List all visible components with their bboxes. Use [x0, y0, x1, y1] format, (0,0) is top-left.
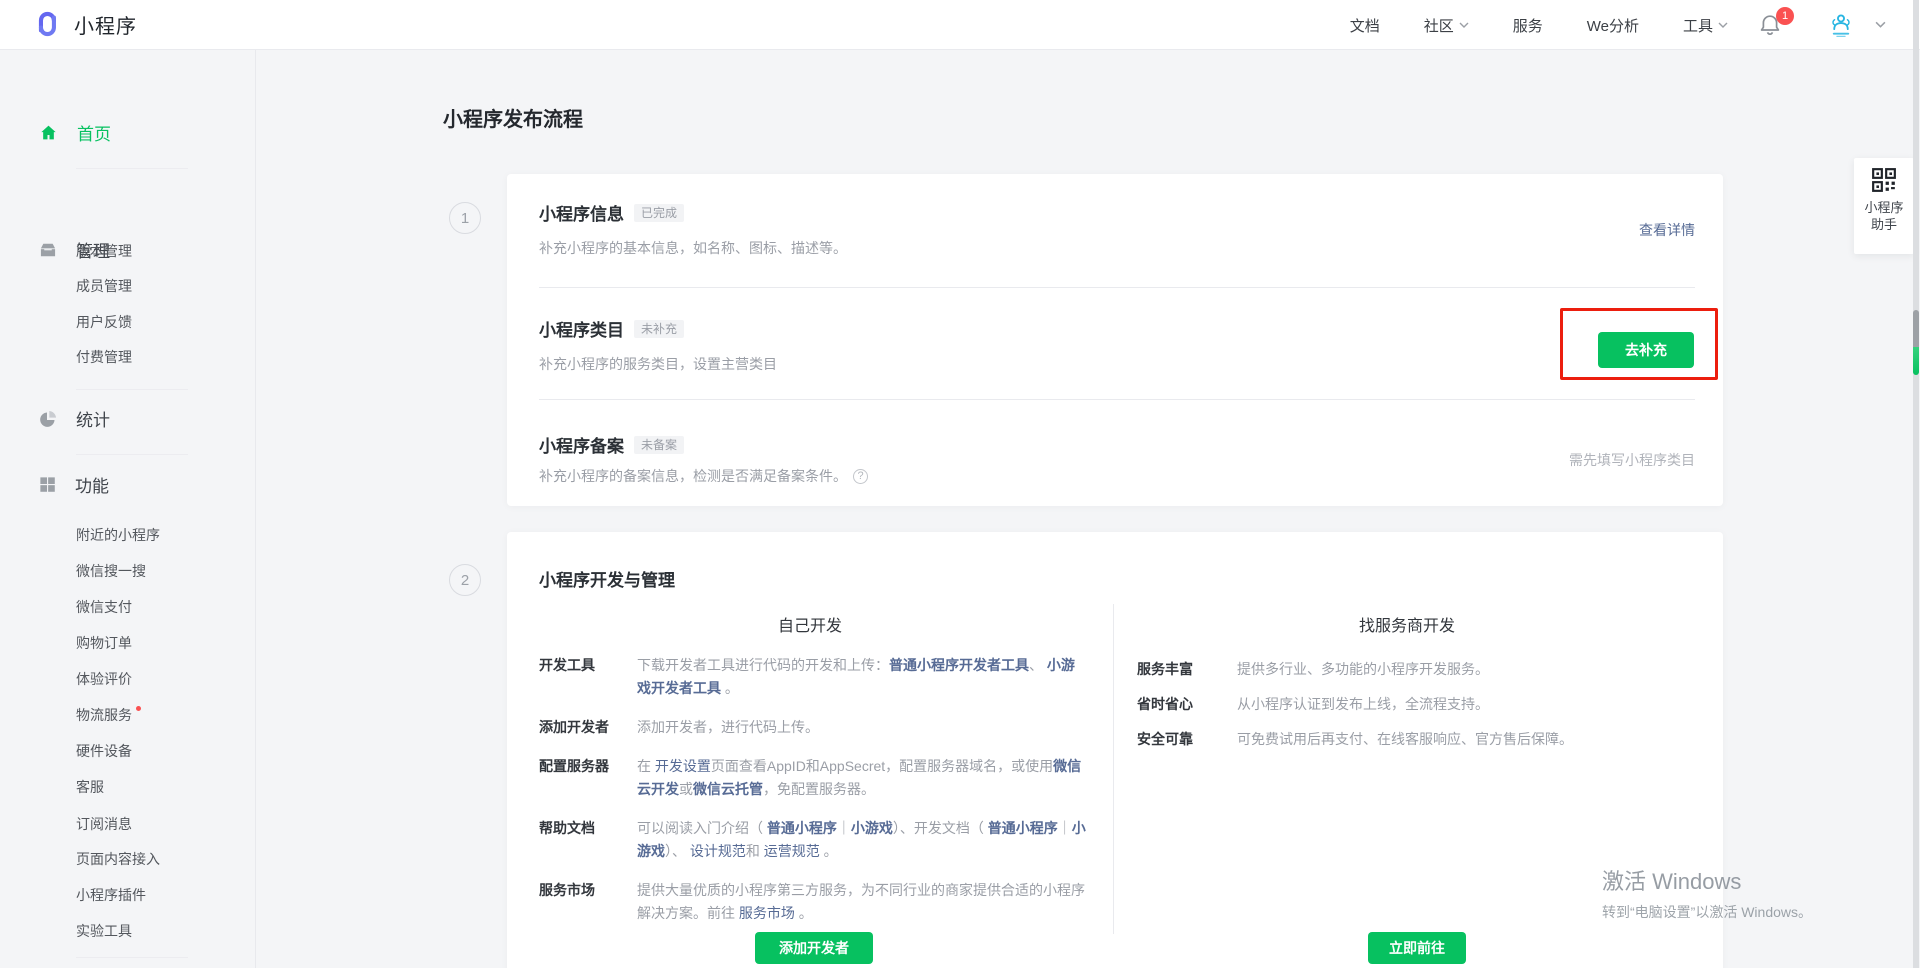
step-1-card: 小程序信息 已完成 补充小程序的基本信息，如名称、图标、描述等。 查看详情 小程…: [507, 174, 1723, 506]
sidebar-divider: [76, 454, 188, 455]
home-icon: [38, 123, 59, 143]
docs-miniprogram-link[interactable]: 普通小程序: [988, 820, 1058, 836]
notification-bell[interactable]: 1: [1758, 13, 1784, 39]
chevron-down-icon: [1718, 22, 1728, 28]
avatar-glyph-icon: [1827, 11, 1855, 39]
topbar: 小程序 文档 社区 服务 We分析 工具 1: [0, 0, 1920, 50]
tray-icon: [38, 240, 58, 260]
nav-docs[interactable]: 文档: [1350, 15, 1380, 36]
sidebar-item-hardware-device[interactable]: 硬件设备: [76, 741, 132, 761]
mini-program-logo-icon: [30, 8, 64, 40]
sidebar-divider: [76, 957, 188, 958]
scrollbar-thumb-green[interactable]: [1913, 347, 1919, 375]
operation-guide-link[interactable]: 运营规范: [764, 843, 820, 859]
add-developer-row: 添加开发者 添加开发者，进行代码上传。: [539, 716, 1087, 739]
find-provider-rows: 服务丰富 提供多行业、多功能的小程序开发服务。 省时省心 从小程序认证到发布上线…: [1137, 658, 1677, 767]
step-1-number: 1: [449, 202, 481, 234]
column-divider: [1113, 604, 1114, 934]
service-market-row: 服务市场 提供大量优质的小程序第三方服务，为不同行业的商家提供合适的小程序解决方…: [539, 879, 1087, 925]
sidebar-item-customer-service[interactable]: 客服: [76, 777, 104, 797]
save-time-row: 省时省心 从小程序认证到发布上线，全流程支持。: [1137, 693, 1677, 716]
topbar-nav: 文档 社区 服务 We分析 工具: [1350, 0, 1728, 50]
sidebar-item-version-manage[interactable]: 版本管理: [76, 241, 132, 261]
nav-we-analytics[interactable]: We分析: [1587, 15, 1639, 36]
miniprogram-info-title: 小程序信息 已完成: [539, 200, 684, 225]
scrollbar-track[interactable]: [1913, 0, 1919, 968]
nav-services[interactable]: 服务: [1513, 15, 1543, 36]
dev-manage-title: 小程序开发与管理: [539, 566, 675, 591]
sidebar-item-payment-manage[interactable]: 付费管理: [76, 347, 132, 367]
intro-minigame-link[interactable]: 小游戏: [851, 820, 893, 836]
sidebar-section-statistics[interactable]: 统计: [38, 406, 110, 431]
logo[interactable]: 小程序: [30, 8, 137, 40]
account-chevron-down-icon[interactable]: [1875, 21, 1886, 28]
step-2-card: 小程序开发与管理 自己开发 开发工具 下载开发者工具进行代码的开发和上传：普通小…: [507, 532, 1723, 968]
view-details-link[interactable]: 查看详情: [1639, 220, 1695, 240]
rich-service-row: 服务丰富 提供多行业、多功能的小程序开发服务。: [1137, 658, 1677, 681]
scrollbar-thumb[interactable]: [1913, 310, 1919, 347]
dev-tools-row: 开发工具 下载开发者工具进行代码的开发和上传：普通小程序开发者工具、 小游戏开发…: [539, 654, 1087, 700]
sidebar-divider: [76, 168, 188, 169]
nav-tools[interactable]: 工具: [1683, 15, 1728, 36]
qr-code-icon: [1871, 167, 1897, 193]
sidebar-item-shopping-orders[interactable]: 购物订单: [76, 633, 132, 653]
logo-text: 小程序: [74, 10, 137, 39]
wechat-miniprogram-console: 小程序 文档 社区 服务 We分析 工具 1: [0, 0, 1920, 968]
sidebar-item-member-manage[interactable]: 成员管理: [76, 276, 132, 296]
assistant-label-line1: 小程序: [1854, 199, 1914, 216]
miniprogram-icp-title: 小程序备案 未备案: [539, 432, 684, 457]
sidebar-item-miniprogram-plugin[interactable]: 小程序插件: [76, 885, 146, 905]
sidebar-item-wechat-search[interactable]: 微信搜一搜: [76, 561, 146, 581]
design-guide-link[interactable]: 设计规范: [690, 843, 746, 859]
sidebar-item-experience-review[interactable]: 体验评价: [76, 669, 132, 689]
sidebar-divider: [76, 389, 188, 390]
miniprogram-info-desc: 补充小程序的基本信息，如名称、图标、描述等。: [539, 238, 847, 258]
notification-badge: 1: [1776, 7, 1794, 25]
miniprogram-category-title: 小程序类目 未补充: [539, 316, 684, 341]
cloud-hosting-link[interactable]: 微信云托管: [693, 781, 763, 797]
status-badge-not-filed: 未备案: [634, 436, 684, 454]
dev-settings-link[interactable]: 开发设置: [655, 758, 711, 774]
intro-miniprogram-link[interactable]: 普通小程序: [767, 820, 837, 836]
grid-icon: [38, 475, 57, 494]
sidebar-item-home[interactable]: 首页: [38, 120, 111, 145]
status-badge-uncompleted: 未补充: [634, 320, 684, 338]
sidebar-section-features[interactable]: 功能: [38, 472, 109, 497]
row-divider: [539, 287, 1695, 288]
devtools-link[interactable]: 普通小程序开发者工具: [889, 657, 1029, 673]
go-now-button[interactable]: 立即前往: [1368, 932, 1466, 964]
pie-chart-icon: [38, 409, 58, 429]
add-developer-button[interactable]: 添加开发者: [755, 932, 873, 964]
user-avatar[interactable]: [1824, 8, 1858, 42]
sidebar: 首页 管理 版本管理 成员管理 用户反馈 付费管理: [0, 50, 256, 968]
help-docs-row: 帮助文档 可以阅读入门介绍（ 普通小程序｜小游戏）、开发文档（ 普通小程序｜小游…: [539, 817, 1087, 863]
service-market-link[interactable]: 服务市场: [739, 905, 795, 921]
status-badge-completed: 已完成: [634, 204, 684, 222]
sidebar-item-subscribe-message[interactable]: 订阅消息: [76, 814, 132, 834]
miniprogram-category-desc: 补充小程序的服务类目，设置主营类目: [539, 354, 777, 374]
category-required-note: 需先填写小程序类目: [1569, 450, 1695, 470]
chevron-down-icon: [1459, 22, 1469, 28]
sidebar-item-nearby-miniprogram[interactable]: 附近的小程序: [76, 525, 160, 545]
assistant-label-line2: 助手: [1854, 216, 1914, 233]
step-2-number: 2: [449, 564, 481, 596]
new-badge-dot: [136, 706, 141, 711]
nav-community[interactable]: 社区: [1424, 15, 1469, 36]
help-icon[interactable]: ?: [853, 469, 868, 484]
row-divider: [539, 399, 1695, 400]
sidebar-item-page-content-access[interactable]: 页面内容接入: [76, 849, 160, 869]
sidebar-item-wechat-pay[interactable]: 微信支付: [76, 597, 132, 617]
page-title: 小程序发布流程: [443, 103, 583, 132]
find-provider-heading: 找服务商开发: [1137, 612, 1677, 636]
config-server-row: 配置服务器 在 开发设置页面查看AppID和AppSecret，配置服务器域名，…: [539, 755, 1087, 801]
self-develop-rows: 开发工具 下载开发者工具进行代码的开发和上传：普通小程序开发者工具、 小游戏开发…: [539, 654, 1087, 941]
sidebar-item-logistics-service[interactable]: 物流服务: [76, 705, 141, 725]
safe-reliable-row: 安全可靠 可免费试用后再支付、在线客服响应、官方售后保障。: [1137, 728, 1677, 751]
self-develop-heading: 自己开发: [539, 612, 1081, 636]
miniprogram-icp-desc: 补充小程序的备案信息，检测是否满足备案条件。 ?: [539, 466, 868, 486]
annotation-highlight-box: [1560, 308, 1718, 380]
sidebar-item-user-feedback[interactable]: 用户反馈: [76, 312, 132, 332]
sidebar-item-experiment-tools[interactable]: 实验工具: [76, 921, 132, 941]
miniprogram-assistant-panel[interactable]: 小程序 助手: [1854, 158, 1914, 254]
